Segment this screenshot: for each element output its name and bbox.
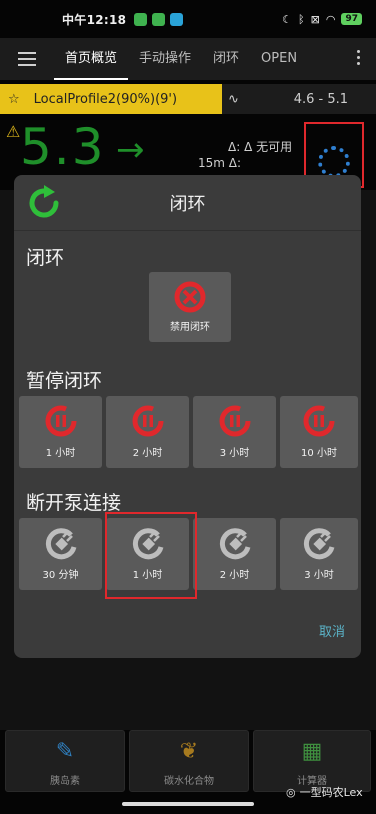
tab-manual[interactable]: 手动操作	[128, 38, 202, 80]
disconnect-2h-button[interactable]: 2 小时	[193, 518, 276, 590]
bg-value: 5.3	[20, 118, 106, 176]
top-nav: 首页概览 手动操作 闭环 OPEN	[0, 38, 376, 80]
overflow-menu-icon[interactable]	[357, 50, 360, 65]
sim-icon: ⊠	[310, 12, 320, 26]
dialog-header: 闭环	[14, 175, 361, 231]
insulin-label: 胰岛素	[50, 776, 80, 787]
app-notification-icon	[170, 12, 184, 26]
loop-ring-icon	[318, 146, 350, 178]
suspend-3h-button[interactable]: 3 小时	[193, 396, 276, 468]
disconnect-pump-icon	[45, 528, 76, 560]
disconnect-2h-label: 2 小时	[219, 570, 250, 581]
section-title-suspend: 暂停闭环	[26, 370, 103, 392]
wifi-icon: ◠	[325, 12, 336, 26]
disconnect-1h-label: 1 小时	[132, 570, 163, 581]
disable-loop-button[interactable]: 禁用闭环	[149, 272, 231, 342]
suspend-2h-button[interactable]: 2 小时	[106, 396, 189, 468]
status-right: ☾ ᛒ ⊠ ◠ 97	[282, 13, 362, 26]
disconnect-30m-label: 30 分钟	[42, 570, 79, 581]
disable-loop-icon	[174, 281, 206, 313]
suspend-10h-label: 10 小时	[301, 448, 337, 459]
pause-loop-icon	[219, 405, 250, 437]
pause-loop-icon	[303, 405, 335, 437]
status-time: 中午12:18	[62, 12, 127, 27]
profile-button[interactable]: ☆ LocalProfile2(90%)(9')	[0, 84, 222, 114]
section-title-loop: 闭环	[26, 247, 65, 269]
wechat-icon	[134, 12, 148, 26]
profile-name: LocalProfile2(90%)(9')	[33, 91, 178, 107]
dialog-title: 闭环	[169, 194, 206, 215]
target-icon: ∿	[228, 91, 239, 107]
profile-strip: ☆ LocalProfile2(90%)(9') ∿ 4.6 - 5.1	[0, 84, 376, 114]
calculator-button[interactable]: ▦ 计算器	[253, 730, 371, 792]
trend-arrow-icon: →	[116, 130, 145, 170]
suspend-10h-button[interactable]: 10 小时	[280, 396, 358, 468]
loop-dialog: 闭环 闭环 禁用闭环 暂停闭环 1 小时 2 小时 3 小时 10 小时 断开泵…	[14, 175, 361, 658]
calculator-icon: ▦	[301, 739, 323, 764]
watermark: ◎ 一型码农Lex	[286, 784, 363, 800]
notification-icons	[134, 12, 184, 26]
suspend-1h-label: 1 小时	[45, 448, 76, 459]
suspend-2h-label: 2 小时	[132, 448, 163, 459]
wechat-icon	[152, 12, 166, 26]
target-range-value: 4.6 - 5.1	[293, 91, 348, 107]
menu-icon[interactable]	[0, 52, 54, 66]
delta-15m: 15m Δ:	[198, 156, 242, 170]
disconnect-3h-label: 3 小时	[304, 570, 334, 581]
wechat-logo-icon: ◎	[286, 785, 296, 799]
cancel-button[interactable]: 取消	[319, 621, 345, 640]
carbs-label: 碳水化合物	[164, 776, 214, 787]
disable-loop-label: 禁用闭环	[170, 322, 210, 333]
battery-icon: 97	[341, 13, 362, 25]
pause-loop-icon	[132, 405, 163, 437]
disconnect-3h-button[interactable]: 3 小时	[280, 518, 358, 590]
star-icon: ☆	[8, 91, 20, 107]
wheat-icon: ❦	[179, 739, 199, 764]
target-range-button[interactable]: ∿ 4.6 - 5.1	[222, 84, 376, 114]
watermark-text: 一型码农Lex	[299, 786, 363, 799]
bluetooth-icon: ᛒ	[298, 12, 305, 26]
tab-overview[interactable]: 首页概览	[54, 38, 129, 80]
carbs-button[interactable]: ❦ 碳水化合物	[129, 730, 249, 792]
bg-info-area: ⚠ 5.3 → Δ: Δ 无可用 15m Δ: 长按	[0, 114, 376, 229]
warning-icon: ⚠	[6, 122, 21, 141]
disconnect-pump-icon	[132, 528, 163, 560]
moon-icon: ☾	[282, 12, 293, 26]
status-bar: 中午12:18 ☾ ᛒ ⊠ ◠ 97	[0, 0, 376, 38]
tab-loop[interactable]: 闭环	[202, 38, 250, 80]
syringe-icon: ✎	[55, 739, 75, 764]
disconnect-30m-button[interactable]: 30 分钟	[19, 518, 102, 590]
suspend-3h-label: 3 小时	[219, 448, 250, 459]
disconnect-pump-icon	[219, 528, 250, 560]
section-title-disconnect: 断开泵连接	[26, 492, 122, 514]
disconnect-pump-icon	[303, 528, 335, 560]
pause-loop-icon	[45, 405, 76, 437]
insulin-button[interactable]: ✎ 胰岛素	[5, 730, 125, 792]
disconnect-1h-button[interactable]: 1 小时	[106, 518, 189, 590]
suspend-1h-button[interactable]: 1 小时	[19, 396, 102, 468]
tab-open[interactable]: OPEN	[250, 38, 308, 80]
home-indicator[interactable]	[122, 802, 254, 806]
bottom-action-bar: ✎ 胰岛素 ❦ 碳水化合物 ▦ 计算器	[0, 730, 376, 792]
delta-text: Δ: Δ 无可用	[228, 140, 293, 154]
